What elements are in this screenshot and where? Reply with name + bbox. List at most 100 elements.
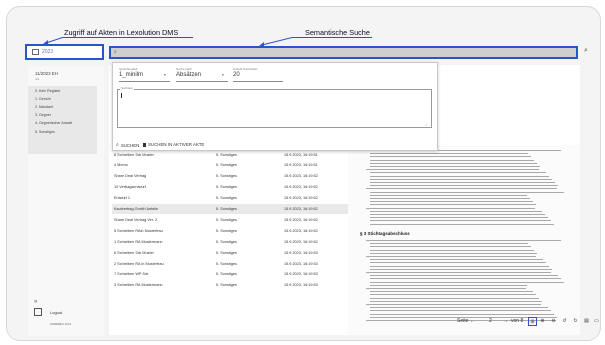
text-line (366, 188, 557, 190)
text-line (366, 207, 535, 209)
result-count-label: Anzahl Suchtreffer (233, 67, 258, 71)
print-icon[interactable]: ▤ (583, 317, 590, 324)
text-line (370, 291, 533, 293)
grid-view-icon[interactable]: ⊞ (528, 317, 537, 326)
register-item[interactable]: 0. Kein Register (35, 89, 61, 93)
text-line (366, 240, 561, 241)
document-date: 15.9.2023, 16:19:52 (284, 185, 318, 190)
document-date: 15.9.2023, 16:19:51 (284, 163, 318, 168)
current-page[interactable]: 2 (489, 318, 492, 324)
document-reg: 5. Sonstiges (216, 217, 237, 222)
chevron-down-icon[interactable]: ▾ (222, 73, 224, 77)
search-icon: ⌕ (116, 142, 119, 148)
document-reg: 5. Sonstiges (216, 283, 237, 288)
register-item[interactable]: 3. Gegner (35, 113, 51, 117)
document-name: 2 Schreiben RA in Musterfrau (114, 261, 164, 266)
text-line (370, 275, 558, 277)
document-row[interactable]: Entwurf 1 5. Sonstiges 15.9.2023, 16:19:52 (112, 193, 348, 204)
document-name: 3 Schreiben RA Mustermann (114, 283, 163, 288)
document-reg: 5. Sonstiges (216, 261, 237, 266)
register-item[interactable]: 1. Gericht (35, 97, 51, 101)
resize-handle-icon[interactable]: ∕ (426, 123, 427, 127)
document-name: Entwurf 1 (114, 196, 131, 201)
text-line (370, 198, 530, 199)
document-date: 15.9.2023, 16:19:53 (284, 250, 318, 255)
result-count-input[interactable]: 20 (233, 72, 240, 78)
text-line (370, 300, 542, 302)
search-by-label: Suche nach (176, 67, 192, 71)
search-by-underline (176, 81, 228, 82)
text-line (370, 201, 533, 203)
page-total: von 8 (511, 318, 524, 324)
rotate-right-icon[interactable]: ↻ (572, 317, 579, 324)
document-row[interactable]: 5 Schreiben RAin Musterfrau 5. Sonstiges 1… (112, 225, 348, 236)
document-row[interactable]: Kaufvertrag GmbH Anteile 5. Sonstiges 15.9… (112, 203, 348, 214)
document-date: 15.9.2023, 16:19:53 (284, 261, 318, 266)
document-row[interactable]: 1 Schreiben RA Mustermann 5. Sonstiges 15.… (112, 236, 348, 247)
document-name: 5 Schreiben RAin Musterfrau (114, 228, 163, 233)
text-line (370, 217, 548, 219)
text-line (370, 243, 528, 245)
document-reg: 5. Sonstiges (216, 207, 237, 211)
search-button[interactable]: ⌕ SUCHEN (116, 142, 139, 148)
document-name: 7 Schreiben WP Sdr (114, 272, 149, 277)
text-line (366, 256, 536, 257)
text-line (370, 178, 552, 180)
document-row[interactable]: 2 Schreiben RA in Musterfrau 5. Sonstiges… (112, 258, 348, 269)
rotate-left-icon[interactable]: ↺ (561, 317, 568, 324)
document-row[interactable]: 4 Memo 5. Sonstiges 15.9.2023, 16:19:51 (112, 160, 348, 171)
text-line (370, 182, 555, 183)
text-line (370, 281, 564, 283)
chevron-down-icon[interactable]: ▾ (164, 73, 166, 77)
search-active-file-button[interactable]: SUCHEN IN AKTIVER AKTE (143, 142, 204, 147)
semantic-search-bar[interactable]: ⌕ (109, 46, 578, 59)
file-subtitle: n/a (35, 77, 40, 81)
text-line (370, 153, 528, 155)
document-reg: 5. Sonstiges (216, 152, 237, 157)
next-page-icon[interactable]: → (503, 318, 508, 324)
logout-icon[interactable] (34, 308, 42, 316)
annotation-dms-access: Zugriff auf Akten in Lexolution DMS (64, 28, 179, 37)
text-line (370, 175, 549, 177)
text-line (370, 310, 551, 312)
register-item[interactable]: 5. Sonstiges (35, 130, 55, 134)
search-icon[interactable]: ⌕ (584, 47, 588, 55)
register-item[interactable]: 2. Mandant (35, 105, 53, 109)
document-name: Share Deal Vertrag (114, 174, 147, 179)
text-line (370, 156, 531, 158)
file-search-field[interactable]: 2023 (25, 44, 104, 60)
prev-page-icon[interactable]: ← (470, 318, 475, 324)
document-row[interactable]: Share Deal Vertrag 5. Sonstiges 15.9.2023,… (112, 171, 348, 182)
search-by-select[interactable]: Absätzen (176, 72, 201, 78)
logout-link[interactable]: Logout (50, 310, 62, 315)
text-line (370, 265, 549, 267)
document-date: 15.9.2023, 16:19:53 (284, 272, 318, 277)
document-reg: 5. Sonstiges (216, 196, 237, 201)
text-line (370, 223, 554, 225)
folder-icon (32, 49, 39, 55)
document-date: 15.9.2023, 16:19:51 (284, 152, 318, 157)
text-line (370, 214, 545, 215)
search-text-area[interactable] (117, 89, 432, 128)
document-row[interactable]: 3 Schreiben RA Mustermann 5. Sonstiges 15.… (112, 280, 348, 291)
document-reg: 5. Sonstiges (216, 163, 237, 168)
download-icon[interactable]: ▭ (594, 317, 599, 324)
document-row[interactable]: 10 Vertragsentwurf 5. Sonstiges 15.9.2023,… (112, 182, 348, 193)
text-line (370, 204, 536, 206)
text-line (366, 304, 541, 305)
document-reg: 5. Sonstiges (216, 174, 237, 179)
document-name: 1 Schreiben RA Mustermann (114, 239, 163, 244)
document-row[interactable]: Share Deal Vertrag Ver. 2 5. Sonstiges 15.… (112, 214, 348, 225)
document-date: 15.9.2023, 16:19:52 (284, 174, 318, 179)
zoom-in-icon[interactable]: ⊕ (539, 317, 546, 324)
annotation-underline-right (292, 37, 372, 38)
collapse-icon[interactable]: « (34, 299, 37, 305)
zoom-out-icon[interactable]: ⊖ (550, 317, 557, 324)
register-item[interactable]: 4. Gegnerischer Anwalt (35, 121, 72, 125)
document-row[interactable]: 7 Schreiben WP Sdr 5. Sonstiges 15.9.2023,… (112, 269, 348, 280)
file-icon (143, 142, 146, 147)
file-search-value: 2023 (42, 49, 54, 55)
text-line (370, 268, 552, 270)
document-row[interactable]: 6 Schreiben Sdr Muster 5. Sonstiges 15.9.2… (112, 247, 348, 258)
language-model-select[interactable]: 1_minilm (119, 72, 143, 78)
